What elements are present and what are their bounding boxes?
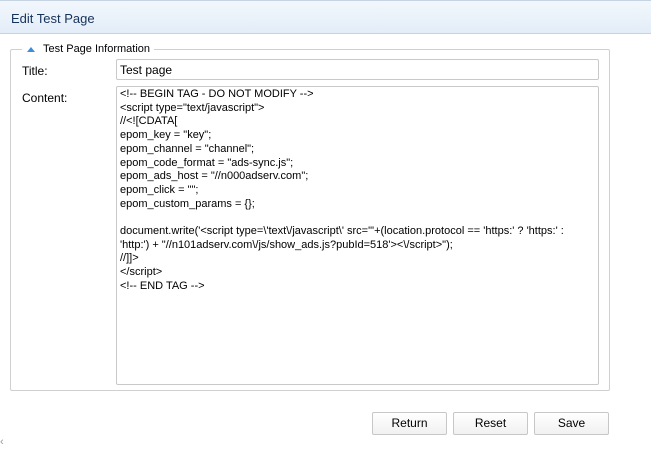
side-collapse-arrow-icon[interactable]: ‹ xyxy=(0,436,4,448)
collapse-up-icon[interactable] xyxy=(27,47,35,52)
section-legend[interactable]: Test Page Information xyxy=(22,43,155,56)
save-button[interactable]: Save xyxy=(534,412,609,435)
return-button[interactable]: Return xyxy=(372,412,447,435)
window-header: Edit Test Page xyxy=(0,0,651,34)
title-label: Title: xyxy=(22,64,48,78)
title-input[interactable] xyxy=(116,59,599,80)
section-legend-label: Test Page Information xyxy=(43,43,151,55)
content-textarea[interactable]: <!-- BEGIN TAG - DO NOT MODIFY --> <scri… xyxy=(116,86,599,385)
window-title: Edit Test Page xyxy=(11,11,95,26)
content-label: Content: xyxy=(22,91,68,105)
reset-button[interactable]: Reset xyxy=(453,412,528,435)
